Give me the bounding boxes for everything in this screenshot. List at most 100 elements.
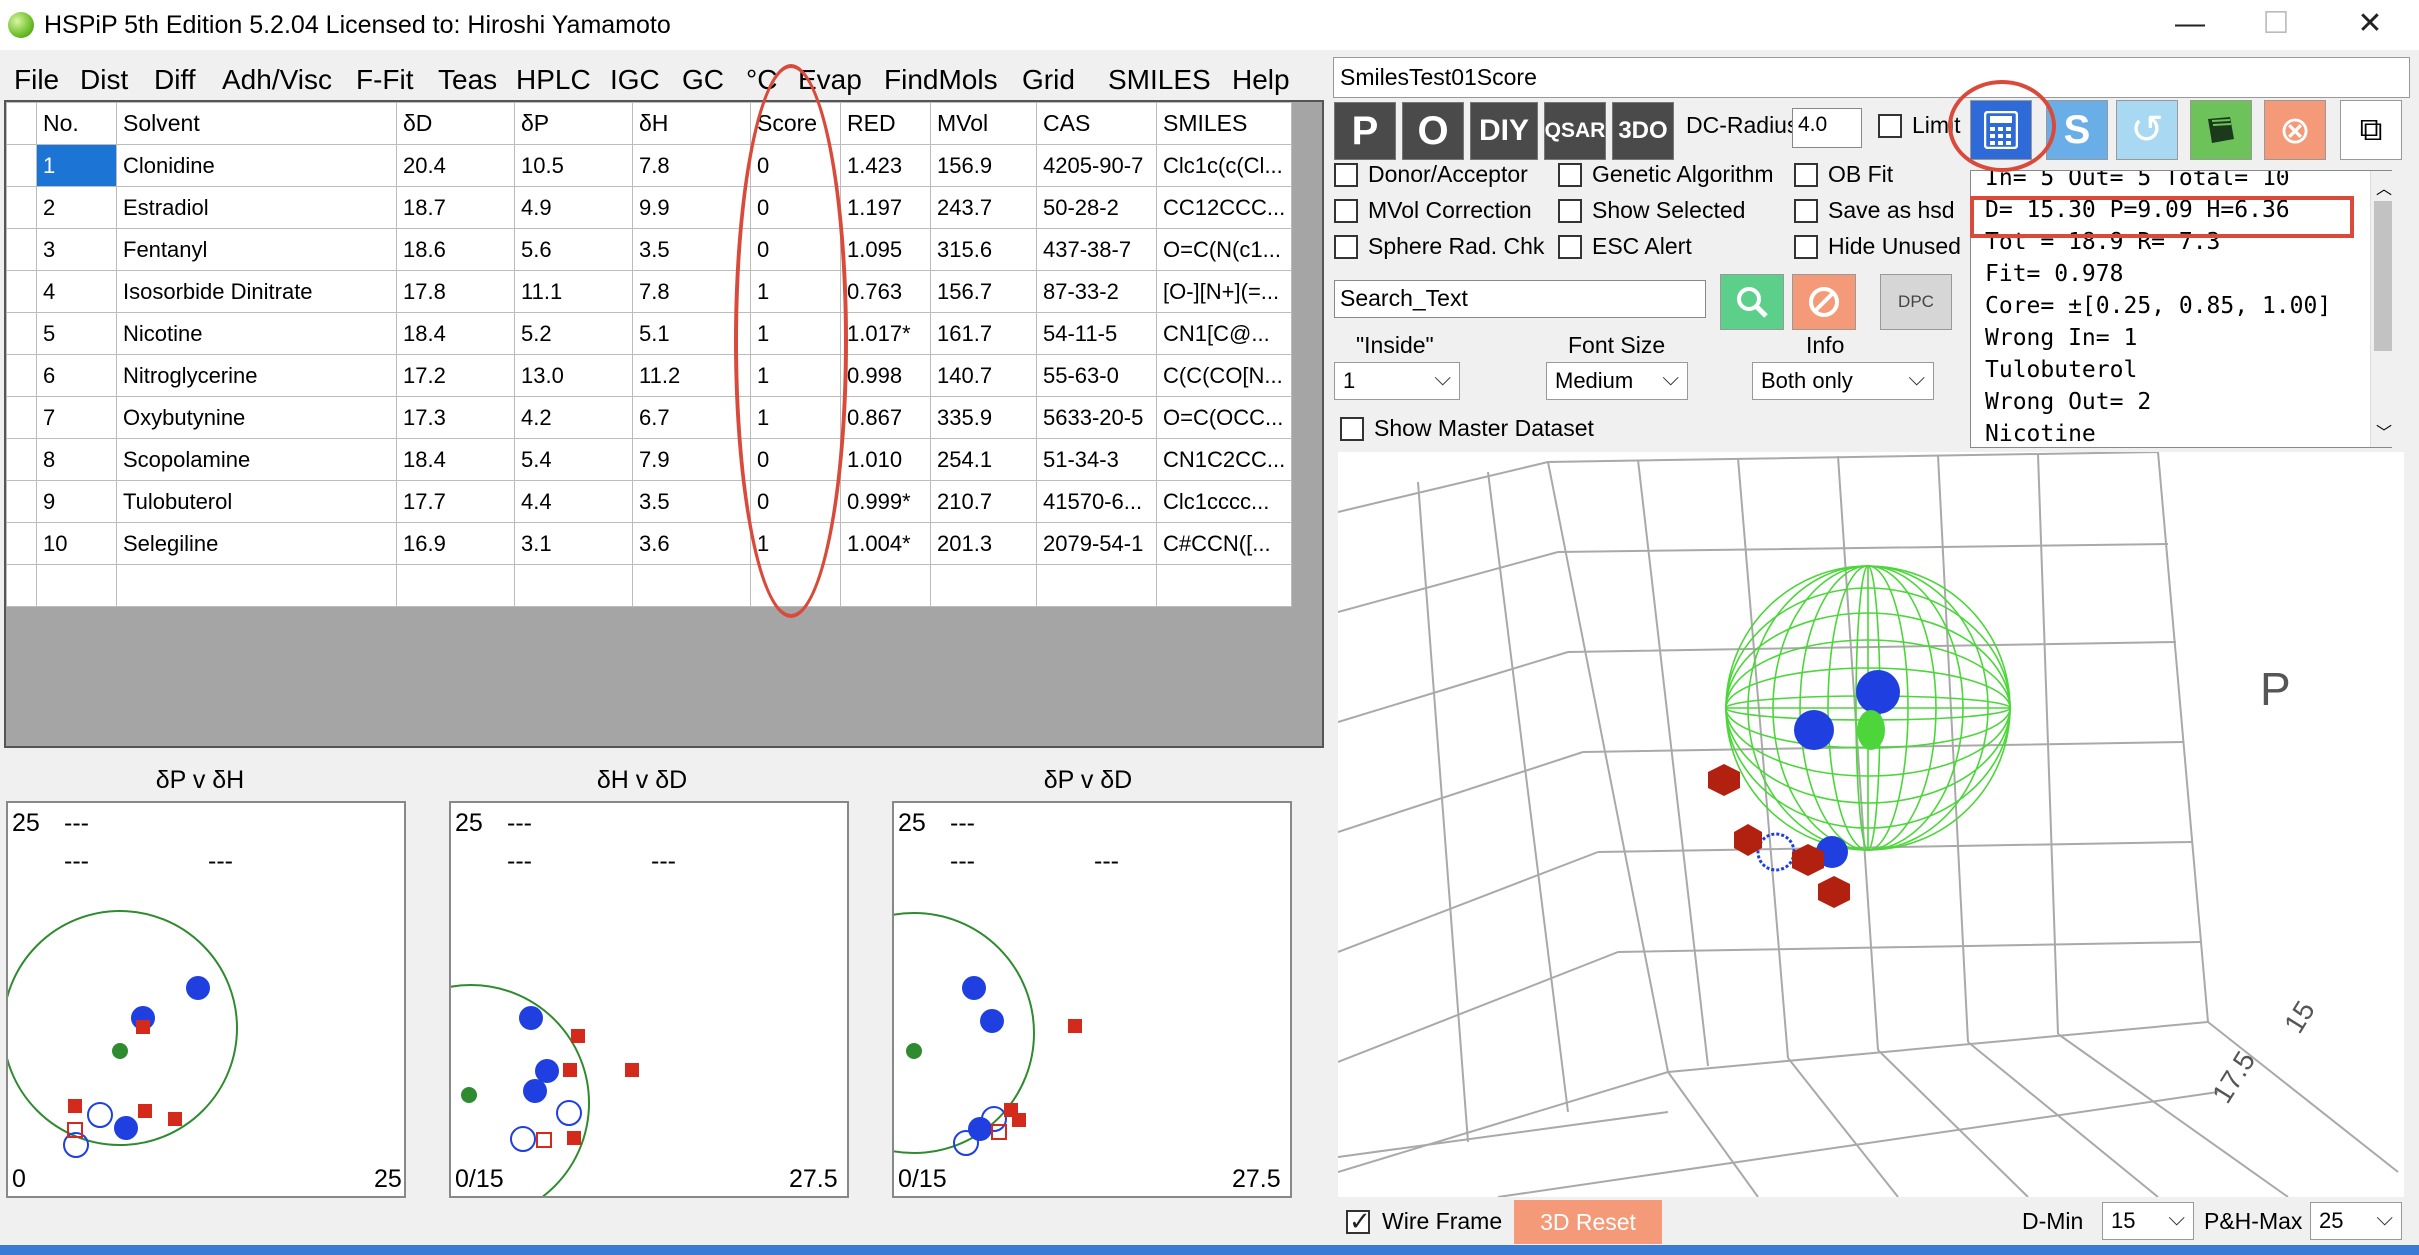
cell-no[interactable]: 6	[36, 354, 117, 397]
cell-solvent[interactable]: Estradiol	[116, 186, 397, 229]
cell-dh[interactable]: 7.9	[632, 438, 751, 481]
cell-dp[interactable]: 5.2	[514, 312, 633, 355]
row-header-cell[interactable]	[6, 522, 37, 565]
ph-max-select[interactable]: 25 ⌵	[2310, 1202, 2402, 1240]
p-button[interactable]: P	[1334, 102, 1396, 160]
genetic-algorithm-checkbox[interactable]	[1558, 163, 1582, 187]
col-header-dh[interactable]: δH	[632, 102, 751, 145]
menu-diff[interactable]: Diff	[154, 64, 196, 96]
cell-dp[interactable]: 4.4	[514, 480, 633, 523]
cell-smiles[interactable]: Clc1c(c(Cl...	[1155, 144, 1293, 187]
table-row[interactable]: 10 Selegiline 16.9 3.1 3.6 1 1.004* 201.3 2079-5…	[6, 522, 1293, 565]
empty-cell[interactable]	[6, 564, 37, 607]
cell-solvent[interactable]: Nicotine	[116, 312, 397, 355]
cell-dd[interactable]: 16.9	[396, 522, 515, 565]
table-row[interactable]: 6 Nitroglycerine 17.2 13.0 11.2 1 0.998 140.7 55…	[6, 354, 1293, 397]
cell-dp[interactable]: 3.1	[514, 522, 633, 565]
cell-cas[interactable]: 54-11-5	[1036, 312, 1157, 355]
cell-dh[interactable]: 3.5	[632, 228, 751, 271]
cell-solvent[interactable]: Fentanyl	[116, 228, 397, 271]
cell-mvol[interactable]: 335.9	[930, 396, 1037, 439]
cell-cas[interactable]: 87-33-2	[1036, 270, 1157, 313]
cell-red[interactable]: 0.867	[840, 396, 931, 439]
empty-cell[interactable]	[930, 564, 1037, 607]
menu-findmols[interactable]: FindMols	[884, 64, 998, 96]
cell-mvol[interactable]: 315.6	[930, 228, 1037, 271]
cell-dp[interactable]: 5.6	[514, 228, 633, 271]
cell-solvent[interactable]: Selegiline	[116, 522, 397, 565]
menu-teas[interactable]: Teas	[438, 64, 497, 96]
menu-f-fit[interactable]: F-Fit	[356, 64, 414, 96]
cell-dd[interactable]: 18.4	[396, 312, 515, 355]
col-header-smiles[interactable]: SMILES	[1155, 102, 1293, 145]
cell-no[interactable]: 1	[36, 144, 117, 187]
font-size-select[interactable]: Medium ⌵	[1546, 362, 1688, 400]
scroll-thumb[interactable]	[2374, 201, 2392, 351]
menu-igc[interactable]: IGC	[610, 64, 660, 96]
table-row[interactable]: 8 Scopolamine 18.4 5.4 7.9 0 1.010 254.1 51-34-3…	[6, 438, 1293, 481]
esc-alert-checkbox[interactable]	[1558, 235, 1582, 259]
cell-red[interactable]: 0.999*	[840, 480, 931, 523]
search-button[interactable]	[1720, 274, 1784, 330]
cell-dd[interactable]: 17.8	[396, 270, 515, 313]
ob-fit-checkbox[interactable]	[1794, 163, 1818, 187]
menu-smiles[interactable]: SMILES	[1108, 64, 1211, 96]
col-header-cas[interactable]: CAS	[1036, 102, 1157, 145]
row-header-cell[interactable]	[6, 480, 37, 523]
table-row[interactable]: 4 Isosorbide Dinitrate 17.8 11.1 7.8 1 0.763 15…	[6, 270, 1293, 313]
menu-grid[interactable]: Grid	[1022, 64, 1075, 96]
limit-checkbox[interactable]	[1878, 114, 1902, 138]
cell-dp[interactable]: 4.2	[514, 396, 633, 439]
close-button[interactable]: ✕	[2330, 4, 2410, 44]
cell-dd[interactable]: 18.7	[396, 186, 515, 229]
col-header-dp[interactable]: δP	[514, 102, 633, 145]
table-row[interactable]: 2 Estradiol 18.7 4.9 9.9 0 1.197 243.7 50-28-2 CC…	[6, 186, 1293, 229]
cell-smiles[interactable]: CN1C2CC...	[1155, 438, 1293, 481]
cell-dp[interactable]: 13.0	[514, 354, 633, 397]
info-select[interactable]: Both only ⌵	[1752, 362, 1934, 400]
cell-smiles[interactable]: O=C(N(c1...	[1155, 228, 1293, 271]
scroll-up-icon[interactable]: ︿	[2376, 175, 2392, 199]
menu-help[interactable]: Help	[1232, 64, 1290, 96]
cell-mvol[interactable]: 156.9	[930, 144, 1037, 187]
cell-mvol[interactable]: 243.7	[930, 186, 1037, 229]
cell-cas[interactable]: 41570-6...	[1036, 480, 1157, 523]
minimize-button[interactable]: —	[2150, 4, 2230, 44]
cell-cas[interactable]: 2079-54-1	[1036, 522, 1157, 565]
cell-dd[interactable]: 18.4	[396, 438, 515, 481]
row-header-cell[interactable]	[6, 438, 37, 481]
d-min-select[interactable]: 15 ⌵	[2102, 1202, 2194, 1240]
3d-sphere-view[interactable]: P 17.5 15	[1338, 452, 2404, 1197]
cell-no[interactable]: 2	[36, 186, 117, 229]
cell-cas[interactable]: 437-38-7	[1036, 228, 1157, 271]
row-header-cell[interactable]	[6, 228, 37, 271]
dc-radius-input[interactable]: 4.0	[1792, 108, 1862, 148]
empty-cell[interactable]	[36, 564, 117, 607]
cell-solvent[interactable]: Tulobuterol	[116, 480, 397, 523]
row-header-cell[interactable]	[6, 270, 37, 313]
menu-file[interactable]: File	[14, 64, 59, 96]
cell-dh[interactable]: 11.2	[632, 354, 751, 397]
cell-smiles[interactable]: C#CCN([...	[1155, 522, 1293, 565]
cell-mvol[interactable]: 254.1	[930, 438, 1037, 481]
undo-icon[interactable]: ↺	[2116, 100, 2178, 160]
cell-dp[interactable]: 4.9	[514, 186, 633, 229]
empty-cell[interactable]	[396, 564, 515, 607]
row-header-cell[interactable]	[6, 354, 37, 397]
show-selected-checkbox[interactable]	[1558, 199, 1582, 223]
cell-smiles[interactable]: C(C(CO[N...	[1155, 354, 1293, 397]
cell-red[interactable]: 1.423	[840, 144, 931, 187]
cell-dh[interactable]: 9.9	[632, 186, 751, 229]
menu-gc[interactable]: GC	[682, 64, 724, 96]
cell-dh[interactable]: 7.8	[632, 144, 751, 187]
diy-button[interactable]: DIY	[1470, 102, 1538, 160]
cell-smiles[interactable]: CC12CCC...	[1155, 186, 1293, 229]
empty-cell[interactable]	[632, 564, 751, 607]
cell-red[interactable]: 1.197	[840, 186, 931, 229]
qsar-button[interactable]: QSAR	[1544, 102, 1606, 160]
cell-cas[interactable]: 55-63-0	[1036, 354, 1157, 397]
table-row[interactable]: 3 Fentanyl 18.6 5.6 3.5 0 1.095 315.6 437-38-7 O=…	[6, 228, 1293, 271]
cell-no[interactable]: 3	[36, 228, 117, 271]
row-header-cell[interactable]	[6, 144, 37, 187]
cell-mvol[interactable]: 161.7	[930, 312, 1037, 355]
